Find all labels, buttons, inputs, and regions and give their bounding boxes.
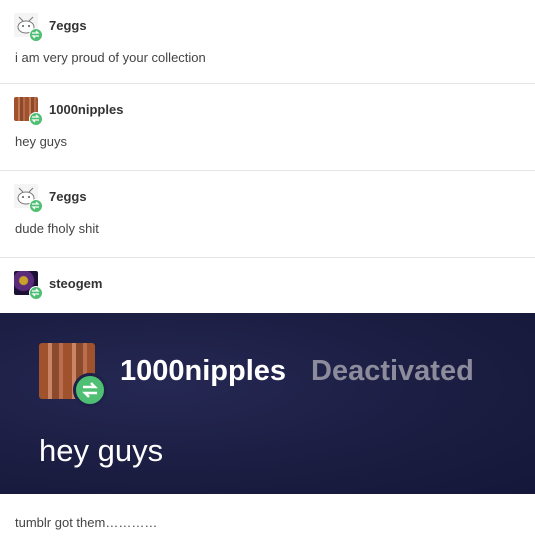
avatar[interactable]: [14, 97, 43, 126]
embedded-screenshot: 1000nipples Deactivated hey guys: [0, 313, 535, 494]
reblog-icon: [29, 199, 43, 213]
post-4: steogem: [0, 258, 535, 315]
deactivated-label: Deactivated: [311, 355, 474, 387]
username[interactable]: 7eggs: [49, 189, 87, 204]
post-text: dude fholy shit: [15, 221, 99, 236]
username[interactable]: steogem: [49, 276, 102, 291]
reblog-icon: [73, 373, 107, 407]
post-text: hey guys: [15, 134, 68, 149]
post-header: 7eggs: [14, 184, 87, 213]
username[interactable]: 7eggs: [49, 18, 87, 33]
post-1: 7eggs i am very proud of your collection: [0, 0, 535, 84]
reblog-icon: [29, 286, 43, 300]
avatar[interactable]: [14, 13, 43, 42]
screenshot-username: 1000nipples: [120, 355, 287, 387]
caption-text: tumblr got them…………: [15, 515, 158, 530]
post-3: 7eggs dude fholy shit: [0, 171, 535, 258]
post-header: 7eggs: [14, 13, 87, 42]
username[interactable]: 1000nipples: [49, 102, 123, 117]
reblog-icon: [29, 112, 43, 126]
avatar[interactable]: [14, 184, 43, 213]
avatar: [39, 343, 107, 407]
post-text: i am very proud of your collection: [15, 50, 206, 65]
screenshot-text: hey guys: [39, 433, 164, 468]
post-2: 1000nipples hey guys: [0, 84, 535, 171]
avatar[interactable]: [14, 271, 43, 300]
post-header: 1000nipples: [14, 97, 123, 126]
post-header: steogem: [14, 271, 102, 300]
reblog-icon: [29, 28, 43, 42]
